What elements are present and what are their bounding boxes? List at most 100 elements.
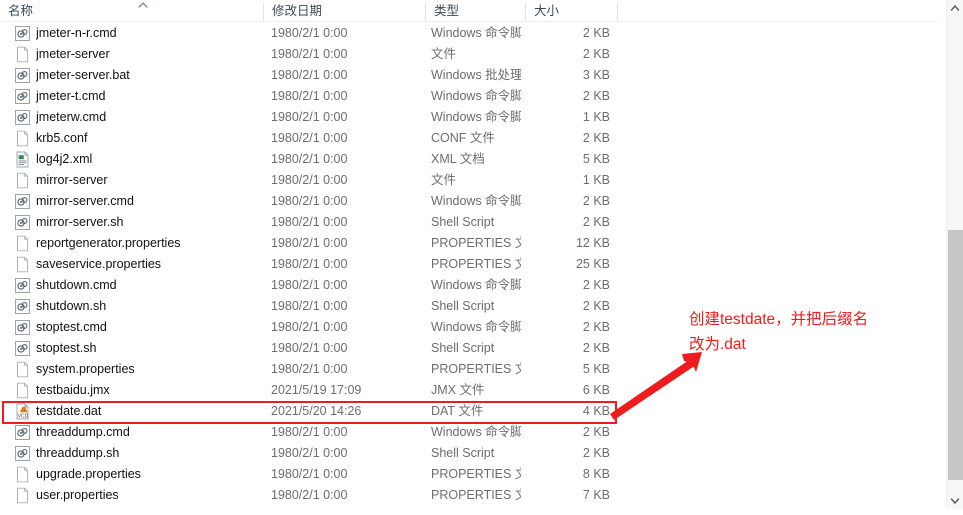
file-date-modified: 1980/2/1 0:00 bbox=[271, 341, 348, 355]
table-row[interactable]: jmeter-t.cmd 1980/2/1 0:00 Windows 命令脚本 2 K… bbox=[0, 86, 937, 107]
file-size: 5 KB bbox=[582, 362, 610, 376]
file-date-modified: 1980/2/1 0:00 bbox=[271, 89, 348, 103]
file-name: stoptest.sh bbox=[36, 341, 97, 355]
column-divider-4[interactable] bbox=[617, 2, 618, 21]
file-size: 2 KB bbox=[582, 131, 610, 145]
column-header-name-label: 名称 bbox=[8, 4, 34, 18]
column-header-date-modified[interactable]: 修改日期 bbox=[264, 0, 425, 22]
scrollbar-down-arrow-icon[interactable] bbox=[947, 492, 963, 509]
table-row[interactable]: krb5.conf 1980/2/1 0:00 CONF 文件 2 KB bbox=[0, 128, 937, 149]
table-row[interactable]: saveservice.properties 1980/2/1 0:00 PROPE… bbox=[0, 254, 937, 275]
cmd-script-icon bbox=[14, 445, 31, 462]
file-type: PROPERTIES 文件 bbox=[431, 467, 521, 481]
file-size: 3 KB bbox=[582, 68, 610, 82]
cmd-script-icon bbox=[14, 25, 31, 42]
file-date-modified: 1980/2/1 0:00 bbox=[271, 362, 348, 376]
file-name: mirror-server.sh bbox=[36, 215, 124, 229]
file-name: user.properties bbox=[36, 488, 119, 502]
file-name: jmeter-server bbox=[36, 47, 110, 61]
table-row[interactable]: jmeter-n-r.cmd 1980/2/1 0:00 Windows 命令脚本 2… bbox=[0, 23, 937, 44]
file-type: PROPERTIES 文件 bbox=[431, 362, 521, 376]
vlc-media-icon: VCD bbox=[14, 403, 31, 420]
table-row[interactable]: jmeter-server 1980/2/1 0:00 文件 2 KB bbox=[0, 44, 937, 65]
file-name: testbaidu.jmx bbox=[36, 383, 110, 397]
annotation-text: 创建testdate，并把后缀名 改为.dat bbox=[689, 311, 869, 353]
blank-file-icon bbox=[14, 46, 31, 63]
table-row[interactable]: mirror-server.cmd 1980/2/1 0:00 Windows 命令… bbox=[0, 191, 937, 212]
scrollbar-thumb[interactable] bbox=[948, 230, 963, 480]
svg-text:VCD: VCD bbox=[18, 413, 29, 419]
table-row[interactable]: VCD testdate.dat 2021/5/20 14:26 DAT 文件 4 KB bbox=[0, 401, 937, 422]
file-type: XML 文档 bbox=[431, 152, 485, 166]
file-date-modified: 1980/2/1 0:00 bbox=[271, 236, 348, 250]
cmd-script-icon bbox=[14, 424, 31, 441]
table-row[interactable]: log4j2.xml 1980/2/1 0:00 XML 文档 5 KB bbox=[0, 149, 937, 170]
file-size: 1 KB bbox=[582, 110, 610, 124]
table-row[interactable]: mirror-server.sh 1980/2/1 0:00 Shell Scrip… bbox=[0, 212, 937, 233]
file-explorer-list-view: 名称 修改日期 类型 大小 jmeter-n-r.cmd 1980/2/1 0:0… bbox=[0, 0, 963, 509]
file-name: stoptest.cmd bbox=[36, 320, 107, 334]
file-size: 2 KB bbox=[582, 278, 610, 292]
column-header-date-label: 修改日期 bbox=[272, 4, 323, 18]
table-row[interactable]: user.properties 1980/2/1 0:00 PROPERTIES 文… bbox=[0, 485, 937, 506]
table-row[interactable]: threaddump.sh 1980/2/1 0:00 Shell Script 2 … bbox=[0, 443, 937, 464]
header-underline bbox=[0, 21, 937, 22]
file-date-modified: 1980/2/1 0:00 bbox=[271, 257, 348, 271]
file-date-modified: 1980/2/1 0:00 bbox=[271, 173, 348, 187]
column-header-row: 名称 修改日期 类型 大小 bbox=[0, 0, 937, 22]
file-size: 2 KB bbox=[582, 341, 610, 355]
file-date-modified: 1980/2/1 0:00 bbox=[271, 299, 348, 313]
file-size: 12 KB bbox=[575, 236, 610, 250]
cmd-script-icon bbox=[14, 67, 31, 84]
file-type: PROPERTIES 文件 bbox=[431, 257, 521, 271]
file-type: Windows 命令脚本 bbox=[431, 89, 521, 103]
vertical-scrollbar[interactable] bbox=[946, 0, 963, 509]
table-row[interactable]: shutdown.cmd 1980/2/1 0:00 Windows 命令脚本 2 K… bbox=[0, 275, 937, 296]
file-size: 2 KB bbox=[582, 47, 610, 61]
file-name: shutdown.cmd bbox=[36, 278, 117, 292]
file-type: Shell Script bbox=[431, 446, 495, 460]
file-size: 2 KB bbox=[582, 89, 610, 103]
column-header-type[interactable]: 类型 bbox=[426, 0, 525, 22]
table-row[interactable]: reportgenerator.properties 1980/2/1 0:00 P… bbox=[0, 233, 937, 254]
file-size: 2 KB bbox=[582, 446, 610, 460]
cmd-script-icon bbox=[14, 319, 31, 336]
file-name: jmeterw.cmd bbox=[36, 110, 107, 124]
blank-file-icon bbox=[14, 130, 31, 147]
cmd-script-icon bbox=[14, 298, 31, 315]
file-list: jmeter-n-r.cmd 1980/2/1 0:00 Windows 命令脚本 2… bbox=[0, 23, 937, 509]
table-row[interactable]: jmeter-server.bat 1980/2/1 0:00 Windows 批处… bbox=[0, 65, 937, 86]
file-name: shutdown.sh bbox=[36, 299, 107, 313]
file-name: jmeter-server.bat bbox=[36, 68, 130, 82]
file-type: Shell Script bbox=[431, 341, 495, 355]
file-date-modified: 1980/2/1 0:00 bbox=[271, 47, 348, 61]
file-size: 2 KB bbox=[582, 320, 610, 334]
table-row[interactable]: threaddump.cmd 1980/2/1 0:00 Windows 命令脚本 2… bbox=[0, 422, 937, 443]
blank-file-icon bbox=[14, 466, 31, 483]
file-type: 文件 bbox=[431, 47, 457, 61]
file-size: 2 KB bbox=[582, 299, 610, 313]
file-date-modified: 1980/2/1 0:00 bbox=[271, 488, 348, 502]
column-header-name[interactable]: 名称 bbox=[0, 0, 263, 22]
file-type: Windows 命令脚本 bbox=[431, 425, 521, 439]
file-date-modified: 1980/2/1 0:00 bbox=[271, 446, 348, 460]
blank-file-icon bbox=[14, 235, 31, 252]
file-date-modified: 1980/2/1 0:00 bbox=[271, 26, 348, 40]
file-name: mirror-server.cmd bbox=[36, 194, 134, 208]
column-header-size-label: 大小 bbox=[534, 4, 560, 18]
table-row[interactable]: upgrade.properties 1980/2/1 0:00 PROPERTIE… bbox=[0, 464, 937, 485]
file-size: 25 KB bbox=[575, 257, 610, 271]
file-name: krb5.conf bbox=[36, 131, 88, 145]
file-size: 2 KB bbox=[582, 194, 610, 208]
table-row[interactable]: testbaidu.jmx 2021/5/19 17:09 JMX 文件 6 KB bbox=[0, 380, 937, 401]
file-date-modified: 1980/2/1 0:00 bbox=[271, 425, 348, 439]
cmd-script-icon bbox=[14, 277, 31, 294]
file-name: system.properties bbox=[36, 362, 135, 376]
scrollbar-up-arrow-icon[interactable] bbox=[947, 0, 963, 17]
column-header-size[interactable]: 大小 bbox=[526, 0, 617, 22]
table-row[interactable]: system.properties 1980/2/1 0:00 PROPERTIES… bbox=[0, 359, 937, 380]
file-type: Windows 命令脚本 bbox=[431, 194, 521, 208]
file-date-modified: 1980/2/1 0:00 bbox=[271, 131, 348, 145]
table-row[interactable]: jmeterw.cmd 1980/2/1 0:00 Windows 命令脚本 1 KB bbox=[0, 107, 937, 128]
table-row[interactable]: mirror-server 1980/2/1 0:00 文件 1 KB bbox=[0, 170, 937, 191]
